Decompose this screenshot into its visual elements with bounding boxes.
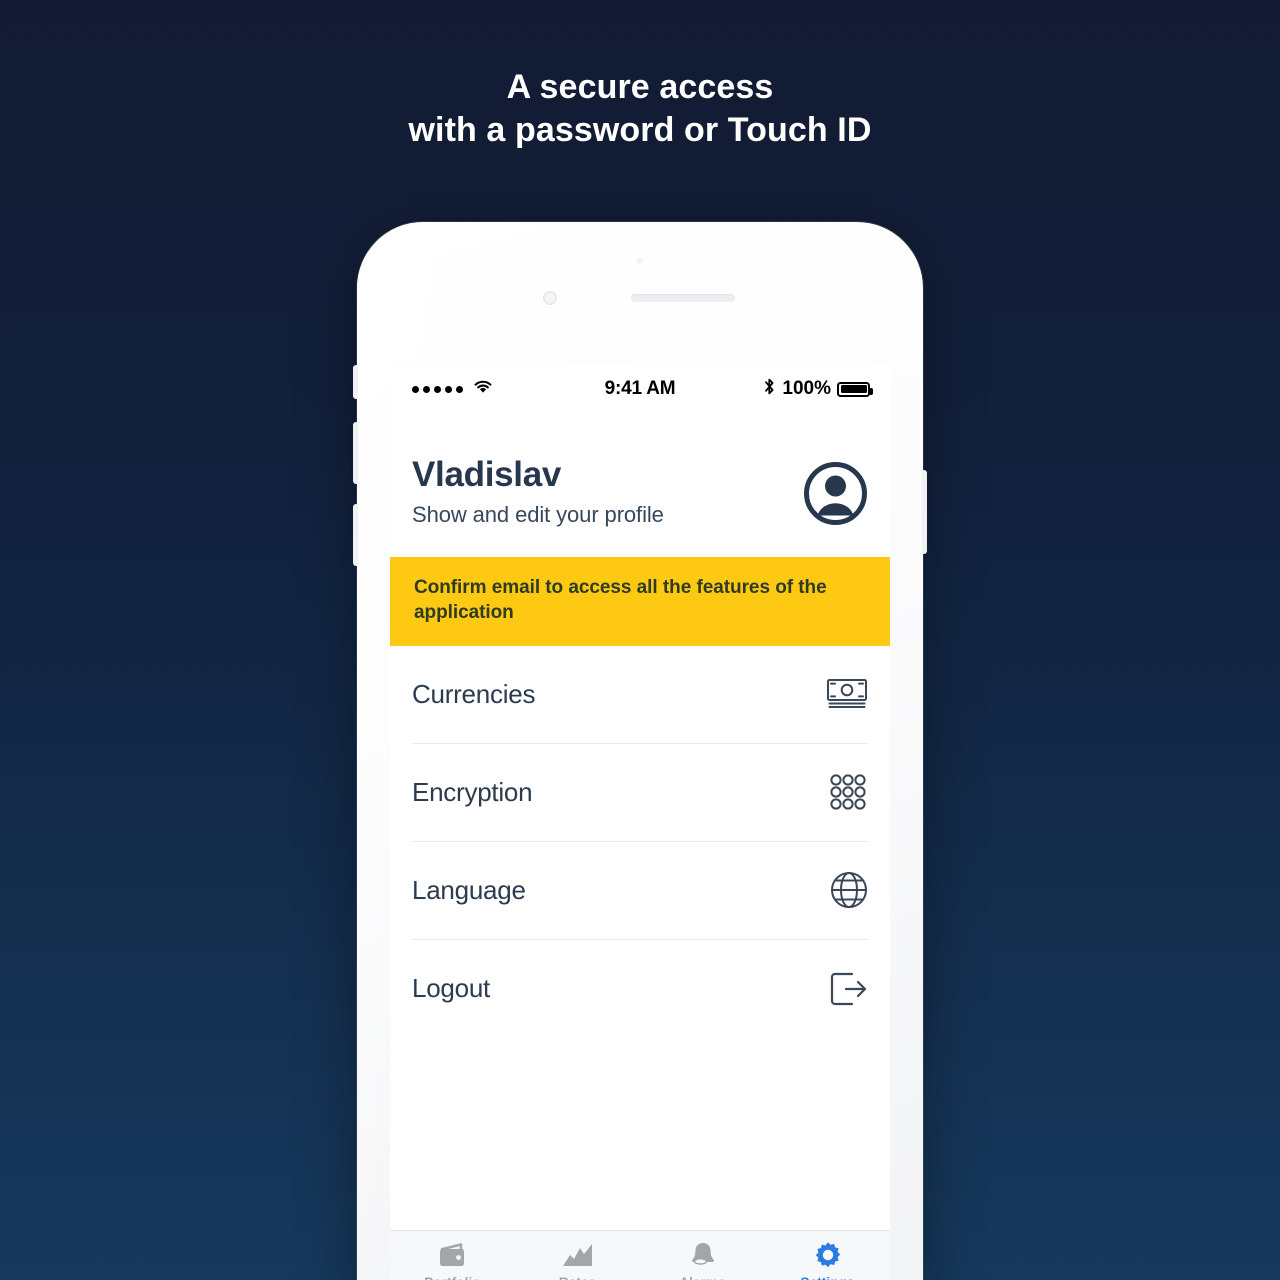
battery-icon: [837, 381, 873, 397]
profile-header[interactable]: Vladislav Show and edit your profile: [390, 413, 890, 557]
tab-label: Portfolio: [424, 1275, 480, 1280]
globe-icon: [824, 871, 868, 909]
gear-icon: [813, 1240, 843, 1270]
user-avatar-icon[interactable]: [803, 461, 868, 531]
menu-item-currencies[interactable]: Currencies: [412, 646, 868, 744]
tab-label: Settings: [800, 1275, 854, 1280]
profile-subtitle: Show and edit your profile: [412, 501, 664, 527]
bottom-tab-bar: Portfolio Rates Alarms: [390, 1230, 890, 1280]
headline-line-1: A secure access: [506, 68, 774, 106]
banner-message: Confirm email to access all the features…: [414, 577, 827, 624]
profile-text-group: Vladislav Show and edit your profile: [412, 455, 803, 528]
tab-label: Rates: [559, 1275, 596, 1280]
wallet-icon: [438, 1240, 468, 1270]
earpiece-speaker: [631, 294, 735, 302]
power-button[interactable]: [922, 470, 927, 554]
volume-down-button[interactable]: [353, 504, 358, 566]
confirm-email-banner[interactable]: Confirm email to access all the features…: [390, 557, 890, 646]
status-bar-right: 100%: [763, 377, 873, 402]
battery-percent-label: 100%: [782, 378, 831, 399]
menu-item-label: Logout: [412, 973, 491, 1004]
status-bar: 9:41 AM 100%: [390, 365, 890, 413]
mute-switch-button[interactable]: [353, 365, 358, 399]
bluetooth-icon: [763, 377, 776, 402]
settings-menu: Currencies Encryption Language Logout: [390, 646, 890, 1038]
dot-grid-keypad-icon: [824, 772, 868, 812]
tab-rates[interactable]: Rates: [515, 1240, 640, 1280]
tab-settings[interactable]: Settings: [765, 1240, 890, 1280]
menu-item-encryption[interactable]: Encryption: [412, 744, 868, 842]
tab-label: Alarms: [679, 1275, 725, 1280]
promo-headline: A secure access with a password or Touch…: [0, 66, 1280, 152]
banknote-icon: [824, 678, 868, 710]
proximity-sensor-icon: [636, 257, 643, 264]
chart-icon: [562, 1240, 594, 1270]
profile-name: Vladislav: [412, 455, 562, 494]
bell-icon: [689, 1240, 717, 1270]
menu-item-label: Currencies: [412, 678, 536, 709]
menu-item-label: Language: [412, 874, 526, 905]
headline-line-2: with a password or Touch ID: [408, 111, 872, 150]
menu-item-language[interactable]: Language: [412, 842, 868, 940]
menu-item-logout[interactable]: Logout: [412, 940, 868, 1038]
volume-up-button[interactable]: [353, 422, 358, 484]
tab-alarms[interactable]: Alarms: [640, 1240, 765, 1280]
menu-item-label: Encryption: [412, 776, 533, 807]
phone-screen: 9:41 AM 100% Vladislav Show and edit you…: [390, 365, 890, 1280]
phone-mockup: 9:41 AM 100% Vladislav Show and edit you…: [353, 222, 927, 1280]
tab-portfolio[interactable]: Portfolio: [390, 1240, 515, 1280]
logout-arrow-icon: [824, 970, 868, 1008]
front-camera-icon: [543, 291, 557, 305]
